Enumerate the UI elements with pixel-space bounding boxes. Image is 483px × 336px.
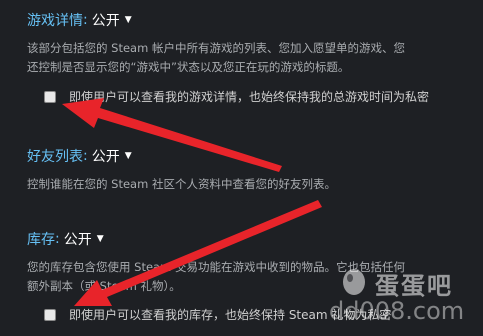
watermark-site-name: 蛋蛋吧 [375, 272, 453, 300]
egg-logo-icon [343, 269, 365, 295]
red-arrow-icon [62, 98, 282, 172]
watermark: 蛋蛋吧 dd008.com [329, 262, 471, 332]
red-arrow-icon [74, 200, 322, 306]
watermark-url: dd008.com [329, 297, 465, 325]
